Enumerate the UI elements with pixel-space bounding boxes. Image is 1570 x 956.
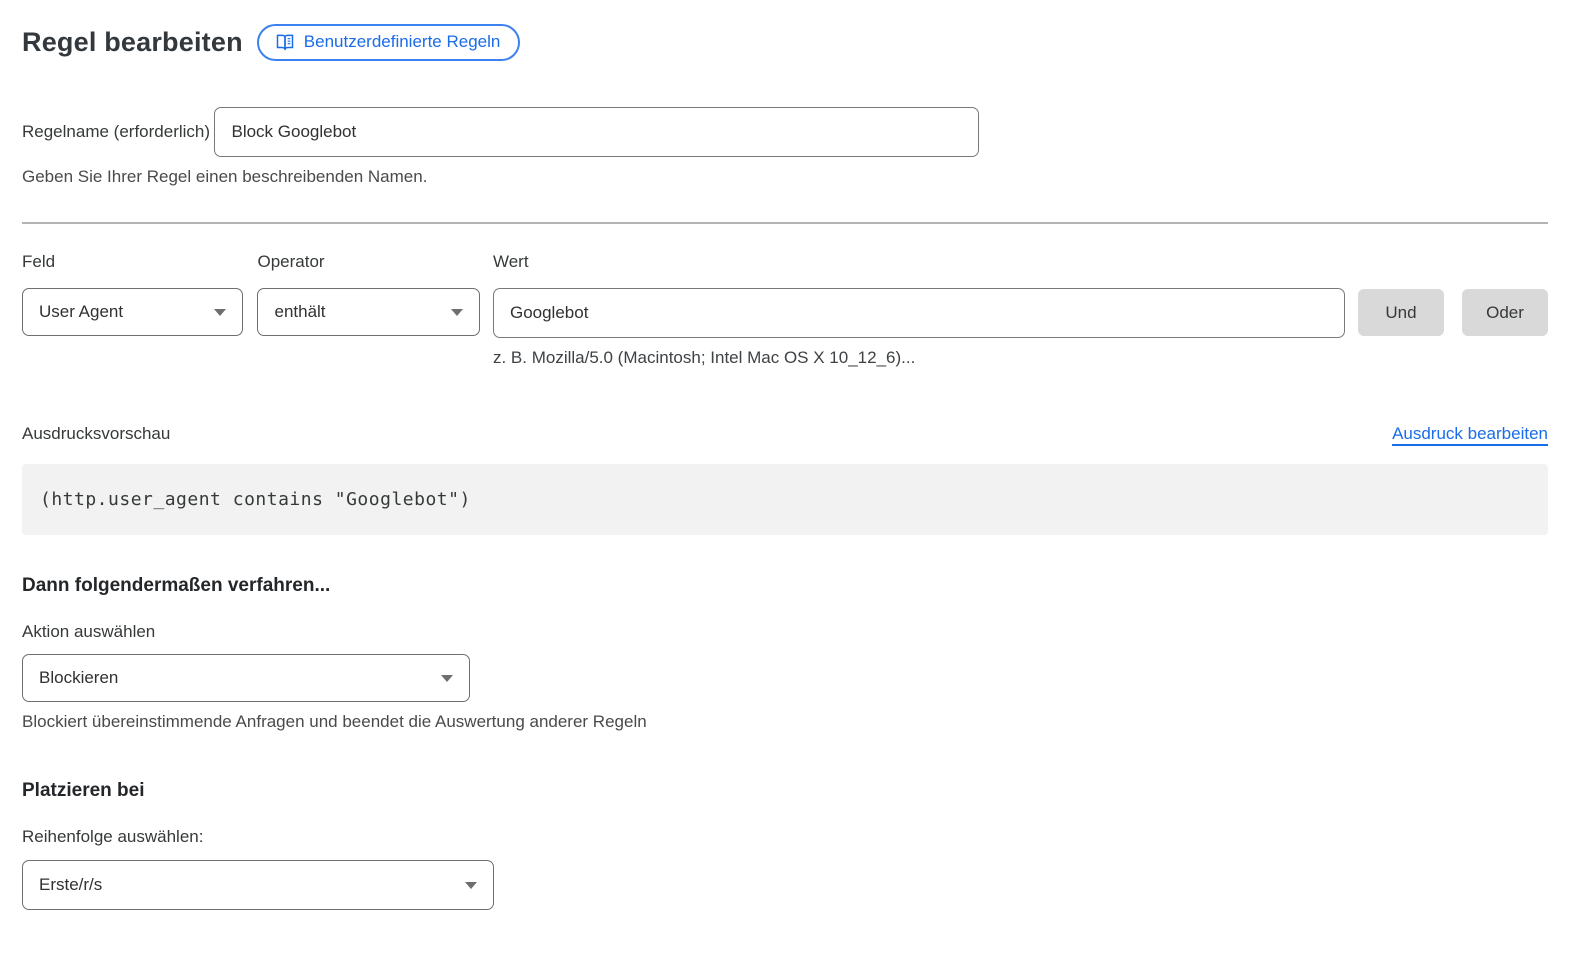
field-select[interactable]: User Agent xyxy=(22,288,243,336)
operator-select-value: enthält xyxy=(274,302,325,322)
action-select-value: Blockieren xyxy=(39,668,118,688)
chevron-down-icon xyxy=(214,309,226,316)
open-book-icon xyxy=(275,32,295,52)
operator-select[interactable]: enthält xyxy=(257,288,479,336)
edit-rule-page: Regel bearbeiten Benutzerdefinierte Rege… xyxy=(0,0,1570,910)
order-select[interactable]: Erste/r/s xyxy=(22,860,494,910)
expression-preview-box: (http.user_agent contains "Googlebot") xyxy=(22,464,1548,535)
chevron-down-icon xyxy=(451,309,463,316)
page-header: Regel bearbeiten Benutzerdefinierte Rege… xyxy=(22,24,1548,61)
condition-operator-group: Operator enthält xyxy=(257,252,479,336)
rule-name-help: Geben Sie Ihrer Regel einen beschreibend… xyxy=(22,167,1548,187)
edit-expression-link[interactable]: Ausdruck bearbeiten xyxy=(1392,424,1548,444)
placement-heading: Platzieren bei xyxy=(22,780,1548,802)
expression-preview-label: Ausdrucksvorschau xyxy=(22,424,170,444)
field-label: Feld xyxy=(22,252,243,272)
custom-rules-badge-button[interactable]: Benutzerdefinierte Regeln xyxy=(257,24,521,61)
action-label: Aktion auswählen xyxy=(22,622,1548,642)
expression-header-row: Ausdrucksvorschau Ausdruck bearbeiten xyxy=(22,424,1548,444)
action-help: Blockiert übereinstimmende Anfragen und … xyxy=(22,712,1548,732)
chevron-down-icon xyxy=(441,675,453,682)
value-help: z. B. Mozilla/5.0 (Macintosh; Intel Mac … xyxy=(493,348,1345,368)
and-button[interactable]: Und xyxy=(1358,289,1444,336)
rule-name-section: Regelname (erforderlich) Geben Sie Ihrer… xyxy=(22,96,1548,187)
condition-field-group: Feld User Agent xyxy=(22,252,243,336)
action-section: Dann folgendermaßen verfahren... Aktion … xyxy=(22,575,1548,732)
placement-section: Platzieren bei Reihenfolge auswählen: Er… xyxy=(22,780,1548,910)
chevron-down-icon xyxy=(465,882,477,889)
field-select-value: User Agent xyxy=(39,302,123,322)
page-title: Regel bearbeiten xyxy=(22,27,243,58)
order-select-value: Erste/r/s xyxy=(39,875,102,895)
value-label: Wert xyxy=(493,252,1345,272)
condition-row: Feld User Agent Operator enthält Wert z.… xyxy=(22,252,1548,368)
condition-value-group: Wert z. B. Mozilla/5.0 (Macintosh; Intel… xyxy=(493,252,1345,368)
rule-name-input[interactable] xyxy=(214,107,979,157)
condition-logic-buttons: Und Oder xyxy=(1358,289,1548,336)
order-label: Reihenfolge auswählen: xyxy=(22,827,1548,847)
section-divider xyxy=(22,222,1548,224)
action-heading: Dann folgendermaßen verfahren... xyxy=(22,575,1548,597)
rule-name-label: Regelname (erforderlich) xyxy=(22,122,210,141)
action-select[interactable]: Blockieren xyxy=(22,654,470,702)
value-input[interactable] xyxy=(493,288,1345,338)
custom-rules-badge-label: Benutzerdefinierte Regeln xyxy=(304,32,501,52)
expression-code: (http.user_agent contains "Googlebot") xyxy=(40,489,471,510)
or-button[interactable]: Oder xyxy=(1462,289,1548,336)
operator-label: Operator xyxy=(257,252,479,272)
